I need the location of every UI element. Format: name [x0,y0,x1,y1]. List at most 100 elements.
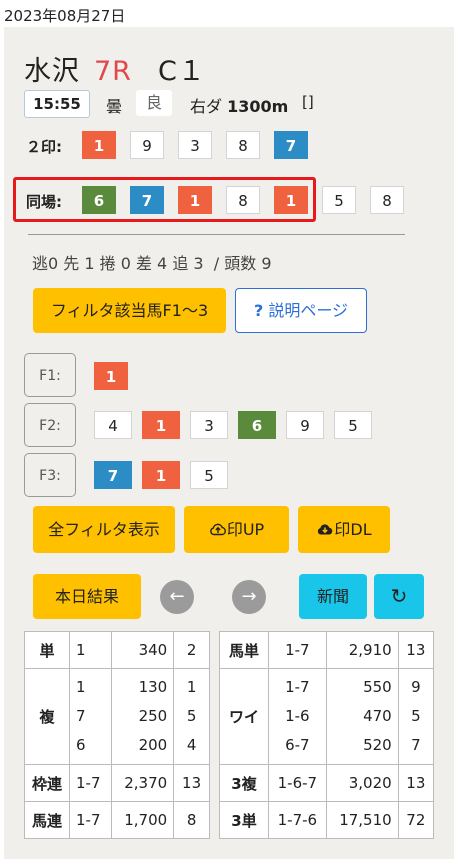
popularity-list: 9 5 7 [397,668,435,765]
popularity: 72 [397,801,435,839]
mark2-num: 1 [82,131,116,159]
combo: 1-7 [69,801,112,839]
mark2-label: ２印: [26,138,62,156]
popularity: 5 [186,707,197,725]
table-row: 単 1 340 2 [24,631,210,669]
popularity: 8 [173,801,210,839]
bet-type: 馬単 [219,631,269,669]
popularity: 5 [411,707,421,725]
combo: 1 [76,678,86,696]
payout: 1,700 [110,801,175,839]
mark-upload-label: 印UP [226,520,265,539]
filter-f1-button[interactable]: F1: [24,353,76,397]
filter-horses-button[interactable]: フィルタ該当馬F1～3 [33,288,226,333]
combo-list: 1-7 1-6 6-7 [268,668,327,765]
mark2-num: 7 [274,131,308,159]
field-size: / 頭数 9 [213,254,272,273]
popularity: 7 [411,736,421,754]
mark-download-button[interactable]: 印DL [298,506,390,553]
table-row: 枠連 1-7 2,370 13 [24,764,210,802]
mark-upload-button[interactable]: 印UP [184,506,289,553]
payout-table-right: 馬単 1-7 2,910 13 ワイ 1-7 1-6 6-7 550 470 520 9… [219,631,435,839]
filter-f2-num: 6 [238,411,276,439]
bet-type: 3単 [219,801,269,839]
table-row: 3単 1-7-6 17,510 72 [219,801,435,839]
running-style-stats: 逃0 先 1 捲 0 差 4 追 3 / 頭数 9 [32,250,272,274]
payout: 3,020 [325,764,399,802]
question-icon: ? [253,301,264,320]
divider [28,234,405,235]
filter-f2-num: 1 [142,411,180,439]
race-class: C１ [157,56,206,87]
bet-type: 枠連 [24,764,70,802]
combo: 1-7-6 [268,801,327,839]
same-venue-num: 8 [226,186,260,214]
bet-type: 馬連 [24,801,70,839]
course-distance: 1300m [227,97,289,116]
help-page-label: 説明ページ [268,301,349,320]
weather: 曇 [106,97,123,116]
popularity: 13 [397,764,435,802]
combo: 1-6-7 [268,764,327,802]
newspaper-button[interactable]: 新聞 [299,574,367,619]
venue: 水沢 [24,56,80,87]
payout-list: 130 250 200 [110,668,175,765]
same-venue-num: 1 [274,186,308,214]
filter-f3-num: 5 [190,461,228,489]
mark-download-label: 印DL [334,520,372,539]
same-venue-num: 5 [322,186,356,214]
race-card: 水沢 7R C１ 15:55 曇 良 右ダ 1300m [] ２印: 1 9 3 8… [4,27,454,859]
race-date: 2023年08月27日 [4,7,126,25]
filter-f2-num: 9 [286,411,324,439]
same-venue-num: 7 [130,186,164,214]
bet-type: 複 [24,668,70,765]
payout: 200 [138,736,168,754]
bet-type: 単 [24,631,70,669]
combo-list: 1 7 6 [69,668,112,765]
popularity: 1 [186,678,197,696]
popularity: 9 [411,678,421,696]
payout: 470 [363,707,392,725]
table-row: 3複 1-6-7 3,020 13 [219,764,435,802]
bet-type: ワイ [219,668,269,765]
payout: 520 [363,736,392,754]
prev-race-arrow-icon[interactable]: ← [160,580,194,614]
refresh-icon[interactable]: ↻ [374,574,424,619]
combo: 1-6 [285,707,310,725]
course-info: 右ダ 1300m [190,93,288,117]
running-style-counts: 逃0 先 1 捲 0 差 4 追 3 [32,254,204,273]
today-results-button[interactable]: 本日結果 [33,574,141,619]
help-page-button[interactable]: ? 説明ページ [235,288,367,333]
course-prefix: 右ダ [190,97,223,116]
filter-f2-num: 3 [190,411,228,439]
payout: 130 [138,678,168,696]
table-row: 複 1 7 6 130 250 200 1 5 4 [24,668,210,765]
combo: 1 [69,631,112,669]
combo: 1-7 [268,631,327,669]
combo: 1-7 [69,764,112,802]
post-time: 15:55 [24,90,90,118]
same-venue-label: 同場: [26,193,62,211]
combo: 6-7 [285,736,310,754]
next-race-arrow-icon[interactable]: → [232,580,266,614]
filter-f2-num: 4 [94,411,132,439]
brackets: [] [302,93,314,111]
same-venue-num: 8 [370,186,404,214]
combo: 7 [76,707,86,725]
filter-f3-button[interactable]: F3: [24,453,76,497]
same-venue-num: 1 [178,186,212,214]
payout: 2,910 [325,631,399,669]
payout: 340 [110,631,175,669]
combo: 1-7 [285,678,310,696]
track-condition: 良 [136,90,172,116]
race-number: 7R [94,56,132,87]
filter-f2-num: 5 [334,411,372,439]
payout-table-left: 単 1 340 2 複 1 7 6 130 250 200 1 5 4 枠連 1-7 2,3… [24,631,210,839]
mark2-num: 8 [226,131,260,159]
payout: 550 [363,678,392,696]
filter-f3-num: 7 [94,461,132,489]
cloud-download-icon [318,524,333,535]
show-all-filters-button[interactable]: 全フィルタ表示 [33,506,175,553]
filter-f2-button[interactable]: F2: [24,403,76,447]
payout: 17,510 [325,801,399,839]
